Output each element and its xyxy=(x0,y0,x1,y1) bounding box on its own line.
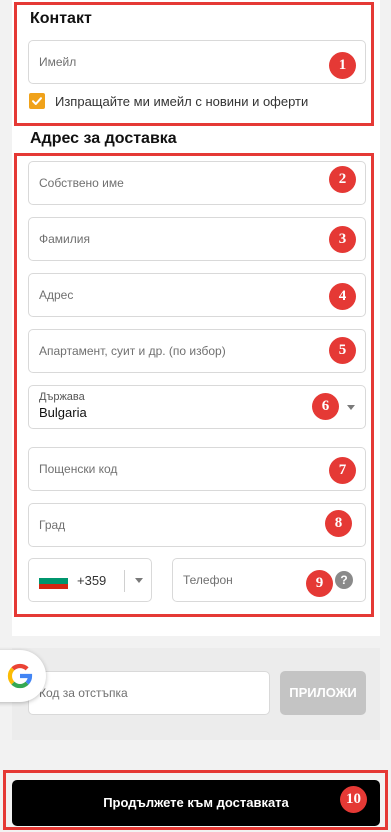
annotation-box-address xyxy=(14,153,374,617)
annotation-badge: 2 xyxy=(329,166,356,193)
apply-discount-button[interactable]: ПРИЛОЖИ xyxy=(280,671,366,715)
annotation-badge: 10 xyxy=(340,786,367,813)
annotation-badge: 8 xyxy=(325,510,352,537)
annotation-badge: 6 xyxy=(312,393,339,420)
annotation-box-continue xyxy=(3,770,388,830)
shipping-address-heading: Адрес за доставка xyxy=(30,130,177,147)
google-g-icon xyxy=(7,663,33,689)
annotation-box-contact xyxy=(14,2,374,126)
checkout-page: Контакт Имейл Изпращайте ми имейл с нови… xyxy=(0,0,391,832)
annotation-badge: 4 xyxy=(329,283,356,310)
annotation-badge: 5 xyxy=(329,337,356,364)
annotation-badge: 7 xyxy=(329,457,356,484)
discount-code-field[interactable]: Код за отстъпка xyxy=(28,671,270,715)
annotation-badge: 3 xyxy=(329,226,356,253)
annotation-badge: 9 xyxy=(306,570,333,597)
annotation-badge: 1 xyxy=(329,52,356,79)
discount-code-placeholder: Код за отстъпка xyxy=(39,686,128,700)
